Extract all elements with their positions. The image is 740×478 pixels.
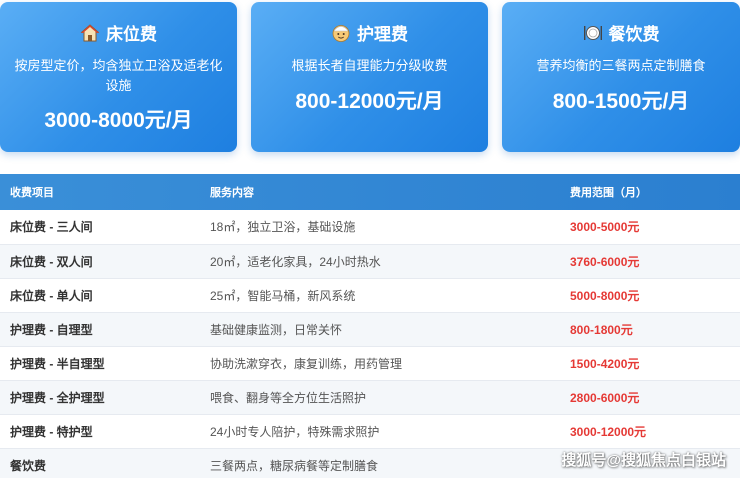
fee-table: 收费项目 服务内容 费用范围（月） 床位费 - 三人间 18㎡，独立卫浴，基础设… [0, 174, 740, 478]
row-item: 护理费 - 自理型 [0, 312, 200, 347]
card-title: 床位费 [0, 20, 237, 45]
table-row: 护理费 - 特护型 24小时专人陪护，特殊需求照护 3000-12000元 [0, 414, 740, 449]
row-price: 3000-5000元 [560, 210, 740, 245]
row-content: 20㎡，适老化家具，24小时热水 [200, 244, 560, 279]
row-price: 1500-4200元 [560, 346, 740, 381]
row-price: 3760-6000元 [560, 244, 740, 279]
card-description: 按房型定价，均含独立卫浴及适老化设施 [14, 58, 223, 93]
row-item: 护理费 - 全护理型 [0, 380, 200, 415]
row-content: 18㎡，独立卫浴，基础设施 [200, 210, 560, 245]
card-price: 800-12000元/月 [295, 90, 444, 113]
card-price: 3000-8000元/月 [44, 109, 193, 132]
plate-cutlery-icon [583, 23, 603, 43]
row-price: 800-1800元 [560, 312, 740, 347]
row-price: 5000-8000元 [560, 278, 740, 313]
row-price: 2800-6000元 [560, 380, 740, 415]
header-content: 服务内容 [210, 187, 254, 199]
row-content: 协助洗漱穿衣，康复训练，用药管理 [200, 346, 560, 381]
row-item: 床位费 - 三人间 [0, 210, 200, 245]
card-description: 营养均衡的三餐两点定制膳食 [536, 58, 706, 73]
house-icon [80, 23, 100, 43]
card-title-text: 护理费 [357, 25, 408, 44]
card-title-text: 床位费 [106, 25, 157, 44]
source-watermark: 搜狐号@搜狐焦点白银站 [561, 452, 726, 469]
table-row: 床位费 - 三人间 18㎡，独立卫浴，基础设施 3000-5000元 [0, 210, 740, 245]
row-content: 三餐两点，糖尿病餐等定制膳食 [200, 448, 560, 478]
card-title: 护理费 [251, 20, 488, 45]
table-row: 床位费 - 双人间 20㎡，适老化家具，24小时热水 3760-6000元 [0, 244, 740, 279]
table-row: 床位费 - 单人间 25㎡，智能马桶，新风系统 5000-8000元 [0, 278, 740, 313]
table-row: 护理费 - 半自理型 协助洗漱穿衣，康复训练，用药管理 1500-4200元 [0, 346, 740, 381]
card-meal-fee: 餐饮费 营养均衡的三餐两点定制膳食 800-1500元/月 [502, 2, 740, 152]
card-care-fee: 护理费 根据长者自理能力分级收费 800-12000元/月 [251, 2, 488, 152]
row-item: 床位费 - 双人间 [0, 244, 200, 279]
header-price: 费用范围（月） [570, 187, 647, 199]
card-title-text: 餐饮费 [608, 25, 660, 44]
fee-summary-cards: 床位费 按房型定价，均含独立卫浴及适老化设施 3000-8000元/月 护理费 … [0, 0, 740, 155]
table-header: 收费项目 服务内容 费用范围（月） [0, 174, 740, 210]
card-bed-fee: 床位费 按房型定价，均含独立卫浴及适老化设施 3000-8000元/月 [0, 2, 237, 152]
row-content: 24小时专人陪护，特殊需求照护 [200, 414, 560, 449]
row-item: 床位费 - 单人间 [0, 278, 200, 313]
table-row: 护理费 - 自理型 基础健康监测，日常关怀 800-1800元 [0, 312, 740, 347]
card-price: 800-1500元/月 [552, 90, 690, 113]
table-row: 护理费 - 全护理型 喂食、翻身等全方位生活照护 2800-6000元 [0, 380, 740, 415]
card-description: 根据长者自理能力分级收费 [291, 58, 448, 73]
row-item: 餐饮费 [0, 448, 200, 478]
row-content: 喂食、翻身等全方位生活照护 [200, 380, 560, 415]
row-item: 护理费 - 特护型 [0, 414, 200, 449]
caregiver-face-icon [331, 23, 351, 43]
row-content: 基础健康监测，日常关怀 [200, 312, 560, 347]
table-body: 床位费 - 三人间 18㎡，独立卫浴，基础设施 3000-5000元 床位费 -… [0, 210, 740, 478]
row-price: 3000-12000元 [560, 414, 740, 449]
fee-table-container: 收费项目 服务内容 费用范围（月） 床位费 - 三人间 18㎡，独立卫浴，基础设… [0, 174, 740, 478]
card-title: 餐饮费 [502, 20, 740, 45]
row-item: 护理费 - 半自理型 [0, 346, 200, 381]
row-content: 25㎡，智能马桶，新风系统 [200, 278, 560, 313]
header-item: 收费项目 [10, 187, 54, 199]
